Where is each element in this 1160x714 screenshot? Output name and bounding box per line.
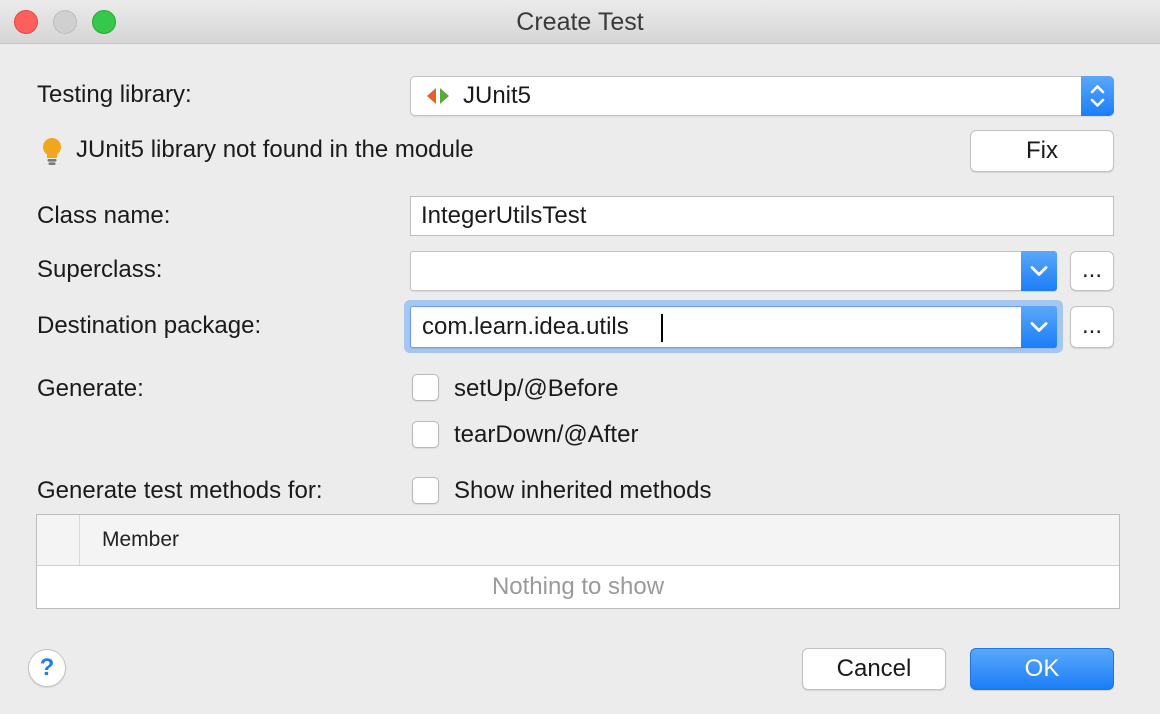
superclass-browse-button[interactable]: ...	[1070, 251, 1114, 291]
class-name-field[interactable]: IntegerUtilsTest	[410, 196, 1114, 236]
destination-browse-button[interactable]: ...	[1070, 306, 1114, 348]
column-header-member[interactable]: Member	[102, 515, 179, 565]
testing-library-value: JUnit5	[463, 82, 532, 109]
superclass-combo[interactable]	[410, 251, 1057, 291]
teardown-after-checkbox[interactable]	[412, 421, 439, 448]
generate-methods-label: Generate test methods for:	[37, 477, 323, 504]
text-cursor	[661, 314, 663, 342]
window-title: Create Test	[516, 8, 644, 36]
cancel-button[interactable]: Cancel	[802, 648, 946, 690]
generate-label: Generate:	[37, 375, 144, 402]
up-down-arrows-icon[interactable]	[1081, 76, 1114, 116]
testing-library-select[interactable]: JUnit5	[410, 76, 1114, 116]
title-bar: Create Test	[0, 0, 1160, 44]
setup-before-label: setUp/@Before	[454, 375, 619, 402]
fix-button[interactable]: Fix	[970, 130, 1114, 172]
show-inherited-label: Show inherited methods	[454, 477, 712, 504]
library-warning-text: JUnit5 library not found in the module	[76, 136, 474, 163]
help-icon[interactable]: ?	[28, 649, 66, 687]
class-name-label: Class name:	[37, 202, 171, 229]
setup-before-checkbox[interactable]	[412, 374, 439, 401]
show-inherited-checkbox[interactable]	[412, 477, 439, 504]
table-header: Member	[37, 515, 1119, 566]
superclass-label: Superclass:	[37, 256, 163, 283]
chevron-down-icon[interactable]	[1021, 306, 1057, 348]
empty-table-text: Nothing to show	[491, 573, 665, 600]
column-divider	[79, 515, 80, 565]
junit-icon	[427, 88, 449, 104]
teardown-after-label: tearDown/@After	[454, 421, 639, 448]
destination-package-combo[interactable]: com.learn.idea.utils	[410, 306, 1057, 348]
chevron-down-icon[interactable]	[1021, 251, 1057, 291]
lightbulb-icon	[43, 138, 61, 165]
testing-library-label: Testing library:	[37, 81, 192, 108]
destination-package-label: Destination package:	[37, 312, 262, 339]
ok-button[interactable]: OK	[970, 648, 1114, 690]
members-table[interactable]: Member Nothing to show	[36, 514, 1120, 609]
destination-package-value: com.learn.idea.utils	[422, 313, 629, 340]
